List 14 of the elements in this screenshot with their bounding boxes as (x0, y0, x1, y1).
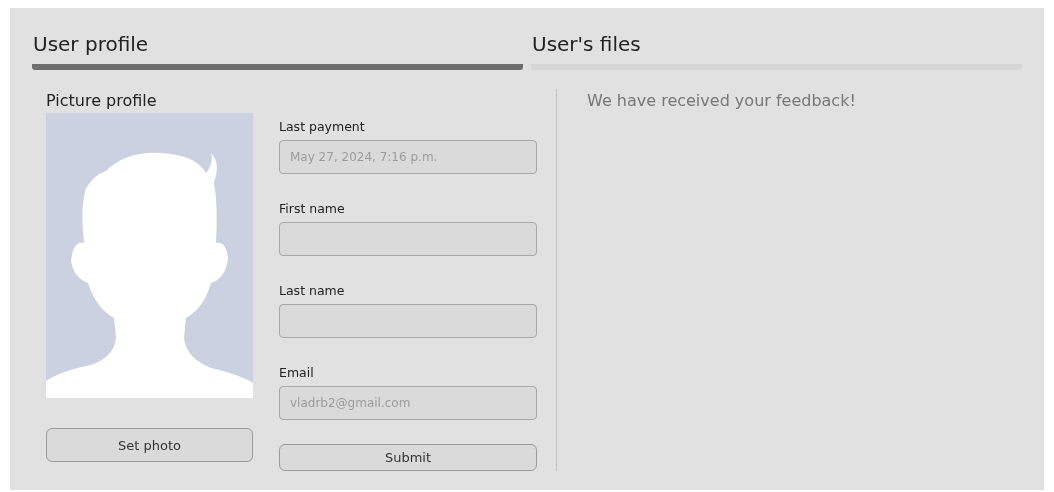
input-field[interactable] (279, 304, 537, 338)
tab[interactable]: User's files (531, 28, 1022, 70)
section-title: Picture profile (46, 91, 158, 112)
input-field[interactable] (279, 222, 537, 256)
field-label: Last payment (279, 119, 366, 134)
feedback-message: We have received your feedback! (587, 90, 856, 110)
set-photo-button[interactable]: Set photo (46, 428, 253, 462)
field-label: First name (279, 201, 346, 216)
input-field[interactable]: vladrb2@gmail.com (279, 386, 537, 420)
tab[interactable]: User profile (32, 28, 523, 70)
field-label: Email (279, 365, 315, 380)
field-label: Last name (279, 283, 346, 298)
submit-button[interactable]: Submit (279, 444, 537, 471)
input-field[interactable]: May 27, 2024, 7:16 p.m. (279, 140, 537, 174)
